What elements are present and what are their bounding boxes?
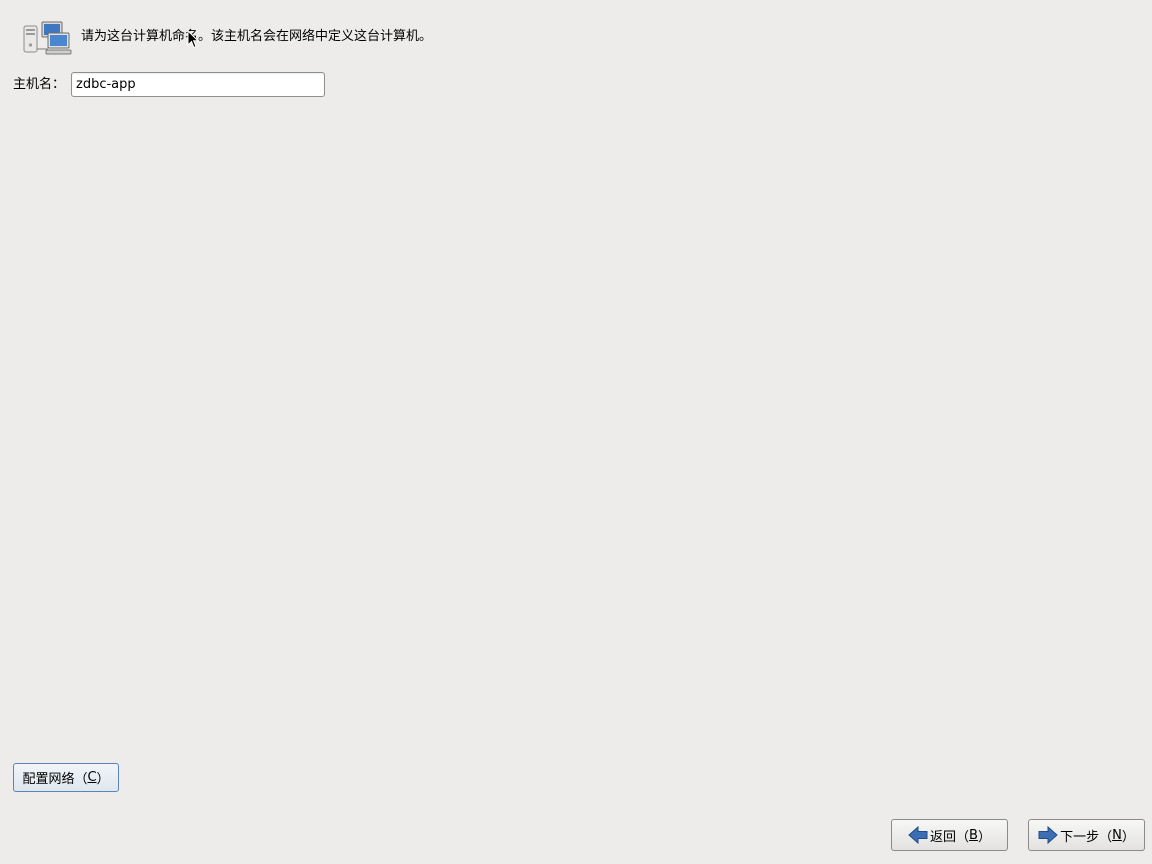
- network-computers-icon: [23, 21, 72, 55]
- next-button[interactable]: 下一步（ N）: [1028, 819, 1145, 851]
- arrow-right-icon: [1038, 826, 1058, 844]
- back-label-prefix: 返回（: [930, 829, 970, 845]
- back-mnemonic: B: [969, 827, 978, 843]
- next-label-prefix: 下一步（: [1060, 829, 1113, 845]
- hostname-input[interactable]: [71, 72, 325, 97]
- arrow-left-icon: [908, 826, 928, 844]
- header-instruction: 请为这台计算机命名。该主机名会在网络中定义这台计算机。: [81, 29, 433, 44]
- configure-network-label-prefix: 配置网络（: [22, 772, 88, 787]
- back-label-suffix: ）: [977, 829, 991, 845]
- hostname-label: 主机名：: [13, 77, 66, 92]
- back-button[interactable]: 返回（ B）: [891, 819, 1008, 851]
- mouse-pointer-icon: [187, 30, 199, 49]
- next-mnemonic: N: [1112, 827, 1122, 843]
- configure-network-button[interactable]: 配置网络（ C）: [13, 763, 119, 792]
- configure-network-mnemonic: C: [87, 770, 97, 785]
- next-label-suffix: ）: [1121, 829, 1135, 845]
- hostname-screen: 请为这台计算机命名。该主机名会在网络中定义这台计算机。 主机名： 配置网络（C）…: [0, 0, 1152, 864]
- configure-network-label-suffix: ）: [96, 772, 110, 787]
